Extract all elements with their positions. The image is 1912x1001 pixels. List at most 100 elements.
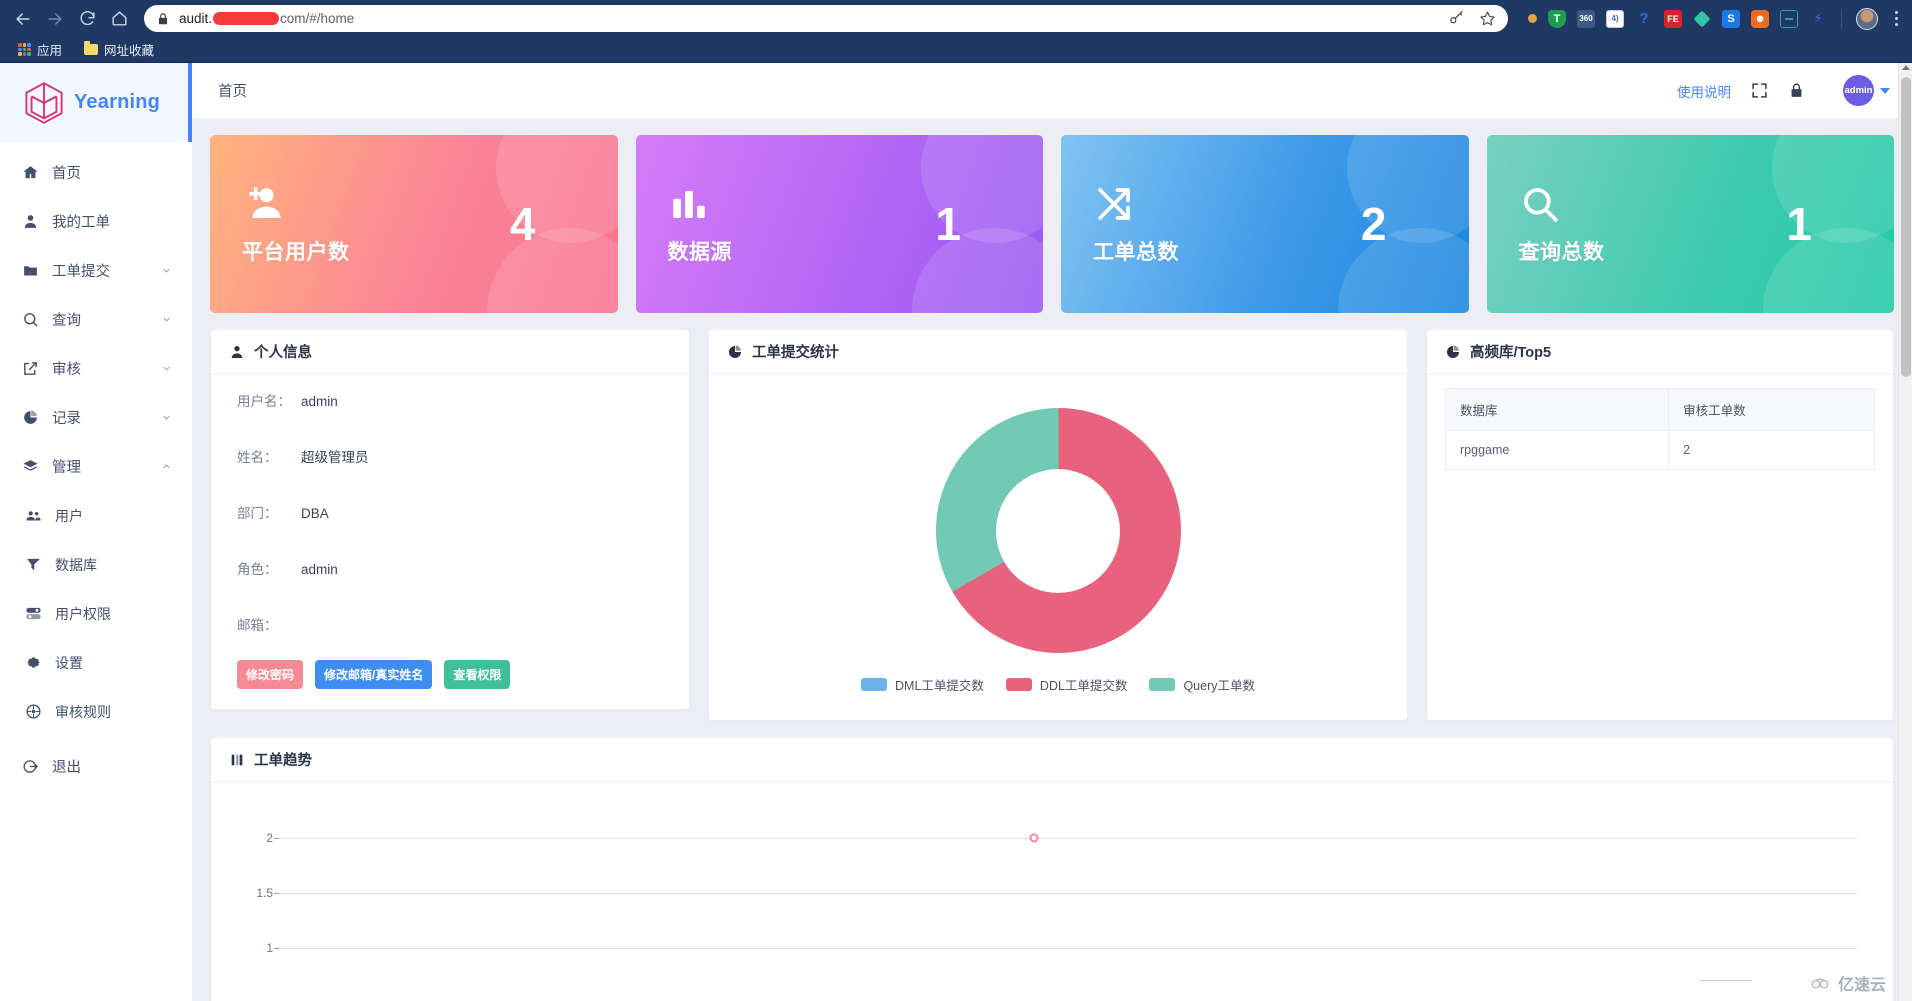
sidebar-item-database[interactable]: 数据库	[0, 540, 192, 589]
brand-logo[interactable]: Yearning	[0, 63, 192, 142]
sidebar-item-my-orders[interactable]: 我的工单	[0, 197, 192, 246]
toggles-icon	[25, 605, 42, 622]
cloud-logo-icon	[1811, 977, 1829, 988]
external-link-icon	[22, 360, 39, 377]
sidebar-item-users[interactable]: 用户	[0, 491, 192, 540]
user-menu[interactable]: admin	[1843, 75, 1890, 106]
sidebar-item-logout[interactable]: 退出	[0, 742, 192, 791]
star-icon[interactable]	[1479, 10, 1496, 27]
ext-smiley-icon[interactable]: ☻	[1751, 9, 1769, 28]
sidebar-item-audit-rules[interactable]: 审核规则	[0, 687, 192, 736]
data-point-marker[interactable]	[1029, 833, 1039, 843]
stat-label: 查询总数	[1518, 240, 1605, 264]
search-icon	[1523, 187, 1558, 222]
ext-tunnelbear-icon[interactable]: T	[1548, 9, 1566, 28]
sidebar-item-label: 工单提交	[52, 264, 110, 280]
home-icon[interactable]	[104, 4, 134, 34]
panel-header: 高频库/Top5	[1427, 330, 1893, 374]
scroll-up-arrow-icon[interactable]	[1902, 65, 1910, 70]
legend-label: DML工单提交数	[895, 679, 984, 693]
ext-question-icon[interactable]: ?	[1635, 10, 1653, 28]
legend-item[interactable]: DDL工单提交数	[1005, 675, 1128, 694]
page-scrollbar[interactable]	[1898, 63, 1912, 1001]
top5-panel: 高频库/Top5 数据库 审核工单数 rpggame 2	[1426, 329, 1894, 721]
chrome-profile-avatar[interactable]	[1856, 7, 1878, 30]
lock-icon[interactable]	[1788, 82, 1805, 99]
ext-bolt-icon[interactable]: ⚡	[1809, 10, 1827, 28]
key-icon[interactable]	[1448, 10, 1465, 27]
field-label: 用户名：	[237, 394, 291, 409]
help-link[interactable]: 使用说明	[1677, 81, 1731, 101]
sidebar-item-records[interactable]: 记录	[0, 393, 192, 442]
rules-icon	[25, 703, 42, 720]
sidebar-menu: 首页 我的工单 工单提交 查询 审核 记录 管理 用户 数据库 用户权限 设置 …	[0, 142, 192, 791]
sidebar-item-settings[interactable]: 设置	[0, 638, 192, 687]
browser-toolbar: audit. com/#/home T 360 4) ? FE S ☻ ⚡	[0, 0, 1912, 37]
bookmark-apps[interactable]: 应用	[10, 38, 70, 61]
chevron-down-icon	[163, 317, 170, 322]
ext-diamond-icon[interactable]	[1693, 10, 1711, 28]
profile-field: 邮箱：	[237, 614, 663, 656]
sidebar-item-manage[interactable]: 管理	[0, 442, 192, 491]
ext-360-icon[interactable]: 360	[1577, 9, 1595, 28]
panel-title: 个人信息	[254, 345, 312, 361]
forward-arrow-icon[interactable]	[40, 4, 70, 34]
address-bar[interactable]: audit. com/#/home	[144, 5, 1508, 32]
table-header-row: 数据库 审核工单数	[1444, 388, 1875, 431]
stat-card-queries[interactable]: 查询总数 1	[1486, 135, 1894, 313]
ext-bluebox-icon[interactable]: 4)	[1606, 9, 1624, 28]
sidebar-item-label: 审核规则	[55, 703, 111, 720]
stat-card-datasource[interactable]: 数据源 1	[635, 135, 1043, 313]
legend-item[interactable]: Query工单数	[1149, 675, 1255, 694]
sidebar-item-label: 审核	[52, 362, 81, 378]
table-row[interactable]: rpggame 2	[1444, 430, 1875, 470]
legend-item[interactable]: DML工单提交数	[861, 675, 984, 694]
ext-dot-icon[interactable]	[1528, 14, 1537, 23]
stat-card-orders[interactable]: 工单总数 2	[1061, 135, 1469, 313]
sidebar-item-label: 用户	[55, 507, 83, 524]
ext-fe-icon[interactable]: FE	[1664, 9, 1682, 28]
view-permissions-button[interactable]: 查看权限	[444, 660, 511, 689]
profile-field: 部门： DBA	[237, 502, 663, 558]
y-tick-label: 2	[266, 831, 273, 845]
gear-icon	[25, 654, 42, 671]
scrollbar-thumb[interactable]	[1901, 77, 1911, 377]
chevron-down-icon	[163, 268, 170, 273]
home-icon	[22, 164, 39, 181]
kebab-menu-icon[interactable]	[1889, 11, 1904, 26]
sidebar-item-label: 查询	[52, 313, 81, 329]
add-user-icon	[249, 187, 281, 218]
field-value: admin	[301, 562, 338, 577]
sidebar-item-submit[interactable]: 工单提交	[0, 246, 192, 295]
stat-cards: 平台用户数 4 数据源 1 工单总数 2 查询总数 1	[210, 135, 1894, 313]
change-password-button[interactable]: 修改密码	[237, 660, 304, 689]
trend-chart[interactable]: 2 1.5 1	[211, 782, 1893, 1001]
fullscreen-icon[interactable]	[1751, 82, 1768, 99]
legend-label: DDL工单提交数	[1039, 679, 1128, 693]
stat-card-users[interactable]: 平台用户数 4	[210, 135, 618, 313]
main-area: 首页 使用说明 admin 平台用户数 4 数据源 1 工单总数 2 查询总数 …	[192, 63, 1912, 1001]
sidebar-submenu-manage: 用户 数据库 用户权限 设置 审核规则	[0, 491, 192, 736]
change-email-name-button[interactable]: 修改邮箱/真实姓名	[315, 660, 433, 689]
sidebar-item-home[interactable]: 首页	[0, 148, 192, 197]
ext-teal-box-icon[interactable]	[1780, 9, 1798, 28]
stat-label: 工单总数	[1093, 240, 1179, 264]
sidebar-item-query[interactable]: 查询	[0, 295, 192, 344]
stat-label: 平台用户数	[242, 240, 350, 264]
avatar: admin	[1843, 75, 1874, 106]
sidebar-item-audit[interactable]: 审核	[0, 344, 192, 393]
profile-actions: 修改密码 修改邮箱/真实姓名 查看权限	[237, 660, 663, 689]
panel-title: 工单提交统计	[752, 345, 839, 361]
field-label: 姓名：	[237, 450, 278, 465]
bar-chart-icon	[672, 190, 705, 218]
donut-ring[interactable]	[935, 408, 1181, 653]
reload-icon[interactable]	[72, 4, 102, 34]
database-icon	[25, 556, 42, 573]
ext-s-icon[interactable]: S	[1722, 9, 1740, 28]
legend-swatch	[1149, 678, 1176, 691]
sidebar-item-permissions[interactable]: 用户权限	[0, 589, 192, 638]
pie-chart-icon	[22, 409, 39, 426]
back-arrow-icon[interactable]	[8, 4, 38, 34]
field-value: DBA	[301, 506, 329, 521]
bookmark-folder[interactable]: 网址收藏	[76, 38, 162, 61]
